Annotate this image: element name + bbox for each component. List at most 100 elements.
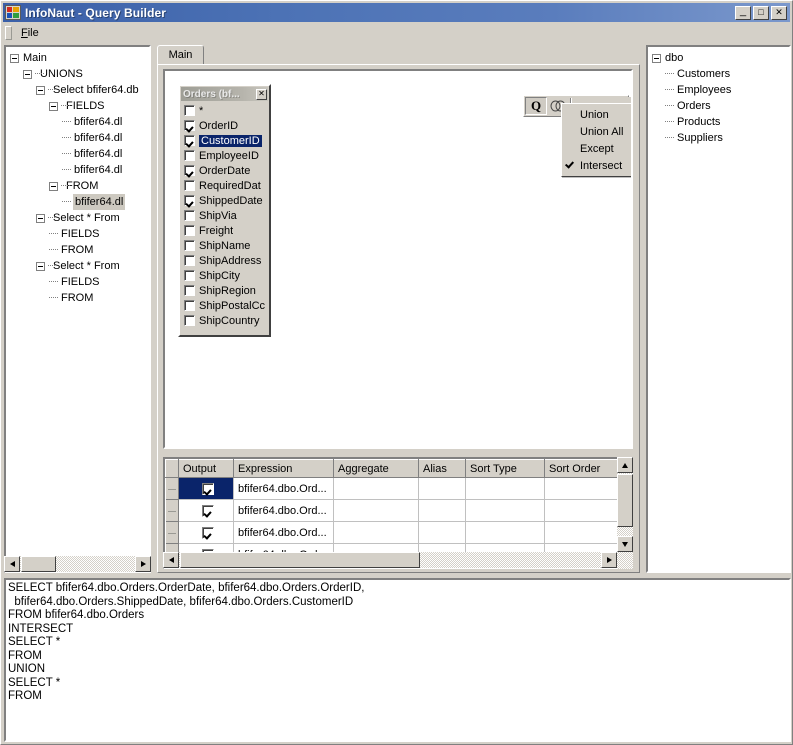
- left-tree-scroll-left-button[interactable]: [4, 556, 20, 572]
- field-checkbox[interactable]: [184, 240, 195, 251]
- field-checkbox[interactable]: [184, 135, 195, 146]
- grid-vscrollbar[interactable]: [617, 457, 633, 569]
- grid-scroll-up-button[interactable]: [617, 457, 633, 473]
- field-list-item[interactable]: ShipName: [182, 238, 267, 253]
- query-structure-tree-panel[interactable]: MainUNIONSSelect bfifer64.dbFIELDSbfifer…: [4, 45, 151, 573]
- grid-hscroll-thumb[interactable]: [180, 552, 420, 568]
- field-checkbox[interactable]: [184, 165, 195, 176]
- tree-node[interactable]: Customers: [648, 66, 789, 82]
- grid-cell-alias[interactable]: [419, 478, 466, 500]
- grid-cell-alias[interactable]: [419, 500, 466, 522]
- field-list-item[interactable]: ShipCountry: [182, 313, 267, 328]
- menu-item-union[interactable]: Union: [562, 106, 633, 123]
- field-checkbox[interactable]: [184, 315, 195, 326]
- tree-node[interactable]: UNIONS: [6, 66, 149, 82]
- close-button[interactable]: ✕: [771, 6, 787, 20]
- field-checkbox[interactable]: [184, 285, 195, 296]
- field-list-item[interactable]: OrderID: [182, 118, 267, 133]
- collapse-node-icon[interactable]: [36, 262, 45, 271]
- database-objects-tree[interactable]: dboCustomersEmployeesOrdersProductsSuppl…: [648, 47, 789, 146]
- tree-node[interactable]: Employees: [648, 82, 789, 98]
- grid-cell-aggregate[interactable]: [334, 500, 419, 522]
- grid-col-alias[interactable]: Alias: [419, 460, 466, 478]
- minimize-button[interactable]: _: [735, 6, 751, 20]
- tab-main[interactable]: Main: [157, 45, 204, 65]
- table-field-list[interactable]: *OrderIDCustomerIDEmployeeIDOrderDateReq…: [182, 103, 267, 333]
- left-tree-hscroll-thumb[interactable]: [21, 556, 56, 572]
- menu-grip-handle[interactable]: [5, 26, 12, 40]
- collapse-node-icon[interactable]: [36, 86, 45, 95]
- grid-cell-sort-type[interactable]: [466, 478, 545, 500]
- grid-row-header[interactable]: [166, 522, 179, 544]
- field-list-item[interactable]: *: [182, 103, 267, 118]
- tree-node[interactable]: FIELDS: [6, 98, 149, 114]
- tree-node[interactable]: dbo: [648, 50, 789, 66]
- tree-node[interactable]: Select bfifer64.db: [6, 82, 149, 98]
- grid-col-output[interactable]: Output: [179, 460, 234, 478]
- grid-scroll-left-button[interactable]: [163, 552, 179, 568]
- tree-node[interactable]: FROM: [6, 290, 149, 306]
- tree-node[interactable]: bfifer64.dl: [6, 130, 149, 146]
- query-columns-grid[interactable]: Output Expression Aggregate Alias Sort T…: [165, 459, 630, 566]
- tree-node[interactable]: bfifer64.dl: [6, 162, 149, 178]
- field-list-item[interactable]: OrderDate: [182, 163, 267, 178]
- grid-cell-aggregate[interactable]: [334, 522, 419, 544]
- grid-row-header[interactable]: [166, 500, 179, 522]
- field-checkbox[interactable]: [184, 105, 195, 116]
- collapse-node-icon[interactable]: [36, 214, 45, 223]
- grid-cell-output[interactable]: [179, 522, 234, 544]
- tree-node[interactable]: Main: [6, 50, 149, 66]
- tree-node[interactable]: FIELDS: [6, 226, 149, 242]
- field-checkbox[interactable]: [184, 120, 195, 131]
- left-tree-scroll-right-button[interactable]: [135, 556, 151, 572]
- menu-item-intersect[interactable]: Intersect: [562, 157, 633, 174]
- grid-cell-output[interactable]: [179, 478, 234, 500]
- grid-cell-sort-type[interactable]: [466, 522, 545, 544]
- grid-vscroll-thumb[interactable]: [617, 474, 633, 527]
- tree-node[interactable]: Products: [648, 114, 789, 130]
- field-checkbox[interactable]: [184, 180, 195, 191]
- field-checkbox[interactable]: [184, 225, 195, 236]
- table-field-list-window[interactable]: Orders (bf... ✕ *OrderIDCustomerIDEmploy…: [178, 84, 271, 337]
- tree-node[interactable]: Select * From: [6, 210, 149, 226]
- tree-node[interactable]: FROM: [6, 242, 149, 258]
- grid-cell-aggregate[interactable]: [334, 478, 419, 500]
- output-checkbox[interactable]: [202, 483, 214, 495]
- table-window-close-button[interactable]: ✕: [256, 89, 267, 100]
- grid-cell-expression[interactable]: bfifer64.dbo.Ord...: [234, 522, 334, 544]
- collapse-node-icon[interactable]: [652, 54, 661, 63]
- collapse-node-icon[interactable]: [23, 70, 32, 79]
- maximize-button[interactable]: □: [753, 6, 769, 20]
- menu-item-file[interactable]: File: [14, 25, 46, 41]
- grid-col-aggregate[interactable]: Aggregate: [334, 460, 419, 478]
- field-checkbox[interactable]: [184, 300, 195, 311]
- set-operation-dropdown-menu[interactable]: UnionUnion AllExceptIntersect: [561, 103, 633, 177]
- field-checkbox[interactable]: [184, 255, 195, 266]
- query-structure-tree[interactable]: MainUNIONSSelect bfifer64.dbFIELDSbfifer…: [6, 47, 149, 306]
- grid-scroll-right-button[interactable]: [601, 552, 617, 568]
- sql-text-panel[interactable]: SELECT bfifer64.dbo.Orders.OrderDate, bf…: [4, 578, 791, 742]
- field-checkbox[interactable]: [184, 270, 195, 281]
- table-row[interactable]: bfifer64.dbo.Ord...: [166, 500, 630, 522]
- field-list-item[interactable]: EmployeeID: [182, 148, 267, 163]
- field-list-item[interactable]: ShipPostalCc: [182, 298, 267, 313]
- query-button[interactable]: Q: [525, 97, 547, 115]
- field-list-item[interactable]: CustomerID: [182, 133, 267, 148]
- left-tree-hscrollbar[interactable]: [4, 556, 151, 572]
- tree-node[interactable]: bfifer64.dl: [6, 114, 149, 130]
- tree-node[interactable]: FIELDS: [6, 274, 149, 290]
- output-checkbox[interactable]: [202, 527, 214, 539]
- menu-item-except[interactable]: Except: [562, 140, 633, 157]
- tree-node[interactable]: bfifer64.dl: [6, 194, 149, 210]
- collapse-node-icon[interactable]: [49, 182, 58, 191]
- grid-cell-sort-type[interactable]: [466, 500, 545, 522]
- tree-node[interactable]: Orders: [648, 98, 789, 114]
- tree-node[interactable]: bfifer64.dl: [6, 146, 149, 162]
- query-diagram-canvas[interactable]: Orders (bf... ✕ *OrderIDCustomerIDEmploy…: [163, 69, 633, 449]
- field-list-item[interactable]: ShippedDate: [182, 193, 267, 208]
- field-list-item[interactable]: RequiredDat: [182, 178, 267, 193]
- tree-node[interactable]: FROM: [6, 178, 149, 194]
- grid-cell-alias[interactable]: [419, 522, 466, 544]
- field-checkbox[interactable]: [184, 195, 195, 206]
- collapse-node-icon[interactable]: [10, 54, 19, 63]
